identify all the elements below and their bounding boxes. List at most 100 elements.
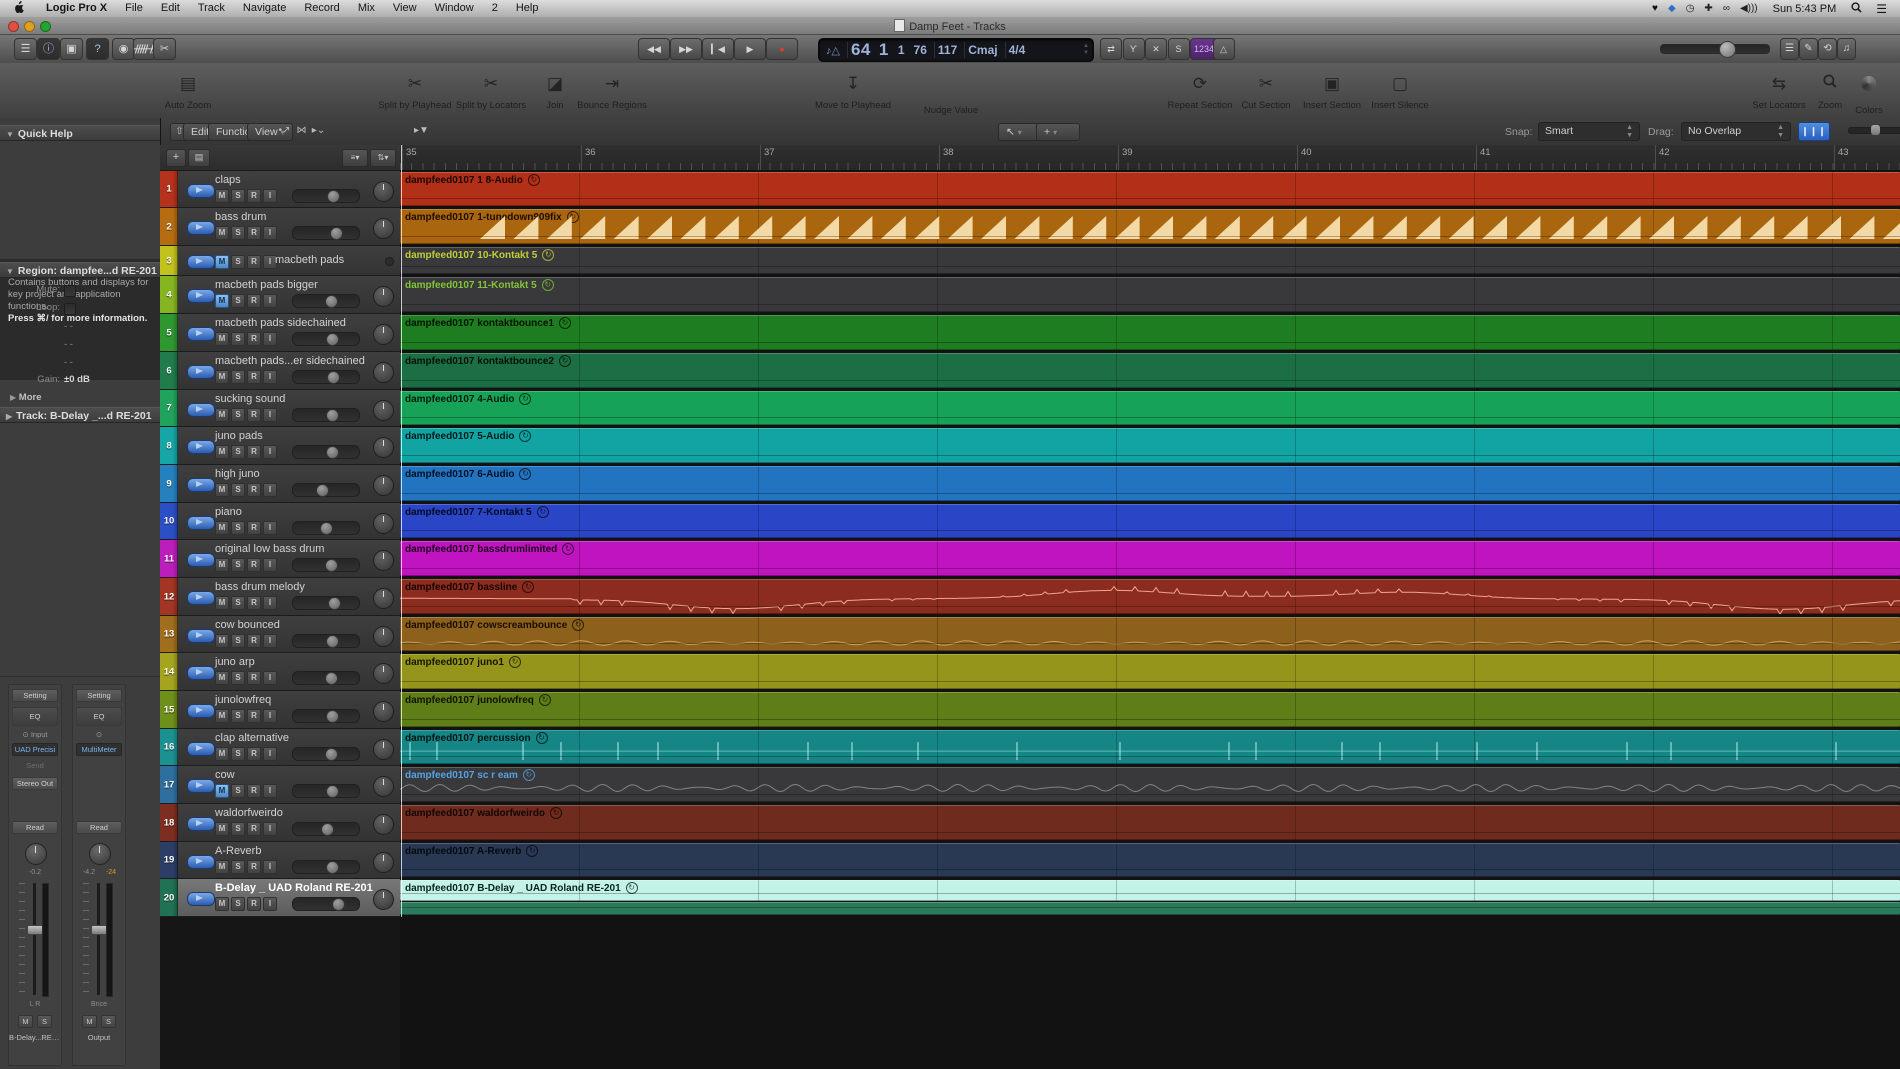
input-monitor-button[interactable]: I bbox=[263, 483, 277, 497]
strip-setting-button[interactable]: Setting bbox=[76, 689, 122, 702]
track-pan-knob[interactable] bbox=[373, 513, 394, 534]
track-volume-slider[interactable] bbox=[292, 370, 360, 384]
record-enable-button[interactable]: R bbox=[247, 709, 261, 723]
track-name[interactable]: cow bbox=[215, 769, 235, 781]
track-volume-knob[interactable] bbox=[328, 597, 341, 610]
solo-button[interactable]: S bbox=[231, 483, 245, 497]
cycle-button[interactable]: ⇄ bbox=[1100, 38, 1122, 60]
track-volume-knob[interactable] bbox=[320, 522, 333, 535]
record-enable-button[interactable]: R bbox=[247, 521, 261, 535]
track-pan-knob[interactable] bbox=[373, 889, 394, 910]
solo-button[interactable]: S bbox=[231, 294, 245, 308]
track-pan-knob[interactable] bbox=[373, 550, 394, 571]
strip-mute-button[interactable]: M bbox=[18, 1015, 33, 1028]
bar-ruler[interactable]: 353637383940414243 bbox=[400, 145, 1900, 171]
metronome-button[interactable]: △ bbox=[1213, 38, 1235, 60]
record-enable-button[interactable]: R bbox=[247, 445, 261, 459]
strip-solo-button[interactable]: S bbox=[37, 1015, 52, 1028]
input-monitor-button[interactable]: I bbox=[263, 445, 277, 459]
strip-automation-button[interactable]: Read bbox=[76, 821, 122, 834]
track-name[interactable]: bass drum melody bbox=[215, 581, 305, 593]
track-name[interactable]: juno arp bbox=[215, 656, 255, 668]
master-volume-knob[interactable] bbox=[1719, 41, 1736, 58]
bounce-regions-toolbar-button[interactable]: ⇥Bounce Regions bbox=[577, 71, 647, 111]
solo-button[interactable]: S bbox=[231, 822, 245, 836]
lcd-key[interactable]: Cmaj bbox=[968, 43, 997, 57]
solo-button[interactable]: S bbox=[231, 226, 245, 240]
track-volume-slider[interactable] bbox=[292, 189, 360, 203]
track-header-9[interactable]: 9MSRIhigh juno bbox=[160, 465, 400, 503]
drag-dropdown[interactable]: No Overlap▲▼ bbox=[1681, 122, 1791, 141]
mute-button[interactable]: M bbox=[215, 558, 229, 572]
record-enable-button[interactable]: R bbox=[247, 596, 261, 610]
region-panel-header[interactable]: ▼Region: dampfee...d RE-201 bbox=[0, 262, 160, 278]
menu-item-2[interactable]: 2 bbox=[483, 0, 507, 17]
menu-item-help[interactable]: Help bbox=[507, 0, 548, 17]
media-library-button[interactable]: ☰ bbox=[14, 38, 37, 60]
record-enable-button[interactable]: R bbox=[247, 634, 261, 648]
track-name[interactable]: B-Delay _ UAD Roland RE-201 bbox=[215, 882, 373, 894]
track-name[interactable]: macbeth pads bigger bbox=[215, 279, 318, 291]
mute-button[interactable]: M bbox=[215, 747, 229, 761]
input-monitor-button[interactable]: I bbox=[263, 189, 277, 203]
track-header-18[interactable]: 18MSRIwaldorfweirdo bbox=[160, 804, 400, 842]
playhead[interactable] bbox=[401, 145, 402, 917]
record-enable-button[interactable]: R bbox=[247, 408, 261, 422]
solo-button[interactable]: S bbox=[231, 596, 245, 610]
track-volume-knob[interactable] bbox=[321, 823, 334, 836]
strip-pan-knob[interactable] bbox=[89, 843, 111, 865]
region-15[interactable]: dampfeed0107 junolowfreq↻ bbox=[400, 692, 1900, 727]
strip-plugin-slot[interactable]: MultiMeter bbox=[76, 743, 122, 756]
strip-setting-button[interactable]: Setting bbox=[12, 689, 58, 702]
track-volume-slider[interactable] bbox=[292, 784, 360, 798]
track-name[interactable]: original low bass drum bbox=[215, 543, 324, 555]
solo-button[interactable]: S bbox=[231, 860, 245, 874]
track-volume-slider[interactable] bbox=[292, 445, 360, 459]
colors-toolbar-button[interactable]: Colors bbox=[1855, 71, 1882, 116]
track-volume-slider[interactable] bbox=[292, 408, 360, 422]
input-monitor-button[interactable]: I bbox=[263, 521, 277, 535]
record-enable-button[interactable]: R bbox=[247, 822, 261, 836]
region-filter-icon[interactable]: ▸▼ bbox=[413, 123, 430, 139]
track-volume-knob[interactable] bbox=[316, 484, 329, 497]
track-volume-knob[interactable] bbox=[325, 748, 338, 761]
track-header-17[interactable]: 17MSRIcow bbox=[160, 766, 400, 804]
spotlight-icon[interactable] bbox=[1846, 2, 1867, 16]
strip-eq-button[interactable]: EQ bbox=[76, 707, 122, 726]
solo-button[interactable]: S bbox=[231, 445, 245, 459]
toolbox-button[interactable]: ◉ bbox=[112, 38, 135, 60]
input-monitor-button[interactable]: I bbox=[263, 747, 277, 761]
apple-loops-button[interactable]: ⟲ bbox=[1818, 38, 1837, 60]
input-monitor-button[interactable]: I bbox=[263, 671, 277, 685]
mute-button[interactable]: M bbox=[215, 445, 229, 459]
solo-button[interactable]: S bbox=[1168, 38, 1190, 60]
track-volume-slider[interactable] bbox=[292, 634, 360, 648]
strip-mute-button[interactable]: M bbox=[82, 1015, 97, 1028]
track-volume-knob[interactable] bbox=[327, 190, 340, 203]
track-pan-knob[interactable] bbox=[373, 852, 394, 873]
track-volume-slider[interactable] bbox=[292, 226, 360, 240]
duplicate-track-button[interactable]: ▤ bbox=[188, 149, 210, 167]
region-10[interactable]: dampfeed0107 7-Kontakt 5↻ bbox=[400, 504, 1900, 538]
forward-button[interactable]: ▶▶ bbox=[670, 38, 702, 60]
track-header-12[interactable]: 12MSRIbass drum melody bbox=[160, 578, 400, 616]
editors-button[interactable]: ✂ bbox=[153, 38, 176, 60]
input-monitor-button[interactable]: I bbox=[263, 860, 277, 874]
list-editors-button[interactable]: ☰ bbox=[1780, 38, 1799, 60]
mute-button[interactable]: M bbox=[215, 408, 229, 422]
track-pan-knob[interactable] bbox=[373, 776, 394, 797]
mute-checkbox[interactable] bbox=[64, 285, 76, 297]
track-volume-knob[interactable] bbox=[332, 898, 345, 911]
solo-button[interactable]: S bbox=[231, 784, 245, 798]
lcd-tempo[interactable]: 117 bbox=[938, 43, 957, 57]
region-12[interactable]: dampfeed0107 bassline↻ bbox=[400, 579, 1900, 614]
solo-button[interactable]: S bbox=[231, 521, 245, 535]
record-enable-button[interactable]: R bbox=[247, 558, 261, 572]
input-monitor-button[interactable]: I bbox=[263, 408, 277, 422]
track-zoom-button[interactable]: ⇅▾ bbox=[370, 149, 396, 167]
region-6[interactable]: dampfeed0107 kontaktbounce2↻ bbox=[400, 353, 1900, 388]
notification-center-icon[interactable]: ☰ bbox=[1871, 2, 1892, 16]
track-name[interactable]: waldorfweirdo bbox=[215, 807, 283, 819]
input-monitor-button[interactable]: I bbox=[263, 784, 277, 798]
track-pan-knob[interactable] bbox=[373, 626, 394, 647]
